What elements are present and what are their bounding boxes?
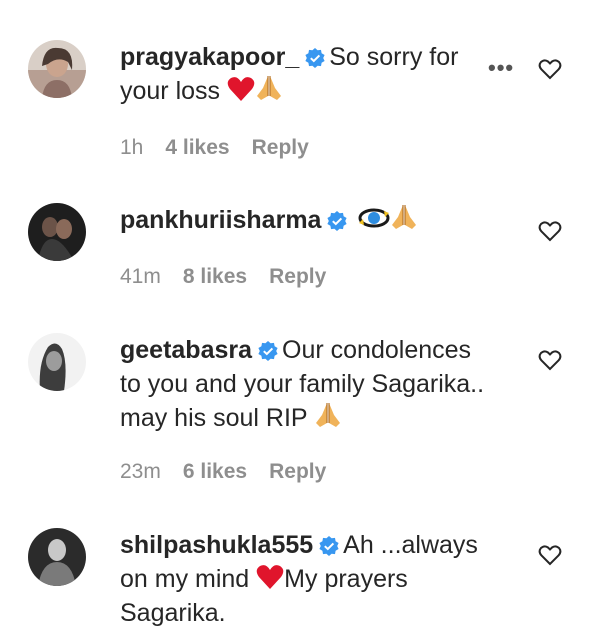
like-heart-icon[interactable]: [538, 58, 562, 80]
username[interactable]: geetabasra: [120, 336, 252, 364]
comment-text: shilpashukla555 Ah ...always on my mind M…: [120, 528, 490, 630]
username[interactable]: shilpashukla555: [120, 531, 313, 559]
comment-text: geetabasra Our condolences to you and you…: [120, 333, 490, 435]
likes-count[interactable]: 4 likes: [165, 136, 229, 159]
likes-count[interactable]: 6 likes: [183, 460, 247, 483]
comment-meta: 1h 4 likes Reply: [120, 136, 331, 160]
orbit-arrows-icon: [358, 208, 390, 228]
like-heart-icon[interactable]: [538, 220, 562, 242]
avatar[interactable]: [28, 528, 86, 586]
reply-button[interactable]: Reply: [252, 136, 309, 159]
folded-hands-icon: [392, 205, 417, 229]
like-heart-icon[interactable]: [538, 544, 562, 566]
comment-text: pragyakapoor_ So sorry for your loss: [120, 40, 490, 108]
comment-meta: 41m 8 likes Reply: [120, 265, 348, 289]
avatar[interactable]: [28, 40, 86, 98]
more-options-icon[interactable]: •••: [488, 55, 514, 81]
avatar[interactable]: [28, 333, 86, 391]
verified-badge-icon: [305, 48, 325, 68]
comment-meta: 23m 6 likes Reply: [120, 460, 348, 484]
avatar[interactable]: [28, 203, 86, 261]
comment-time: 41m: [120, 265, 161, 288]
verified-badge-icon: [327, 211, 348, 231]
folded-hands-icon: [316, 403, 341, 427]
verified-badge-icon: [258, 341, 278, 361]
reply-button[interactable]: Reply: [269, 265, 326, 288]
username[interactable]: pragyakapoor_: [120, 43, 299, 71]
likes-count[interactable]: 8 likes: [183, 265, 247, 288]
like-heart-icon[interactable]: [538, 349, 562, 371]
red-heart-icon: [227, 77, 255, 101]
username[interactable]: pankhuriisharma: [120, 206, 321, 234]
comment-text: pankhuriisharma: [120, 203, 490, 237]
comment-time: 1h: [120, 136, 144, 159]
comment-time: 23m: [120, 460, 161, 483]
reply-button[interactable]: Reply: [269, 460, 326, 483]
verified-badge-icon: [319, 536, 339, 556]
folded-hands-icon: [257, 76, 281, 100]
red-heart-icon: [256, 565, 284, 589]
